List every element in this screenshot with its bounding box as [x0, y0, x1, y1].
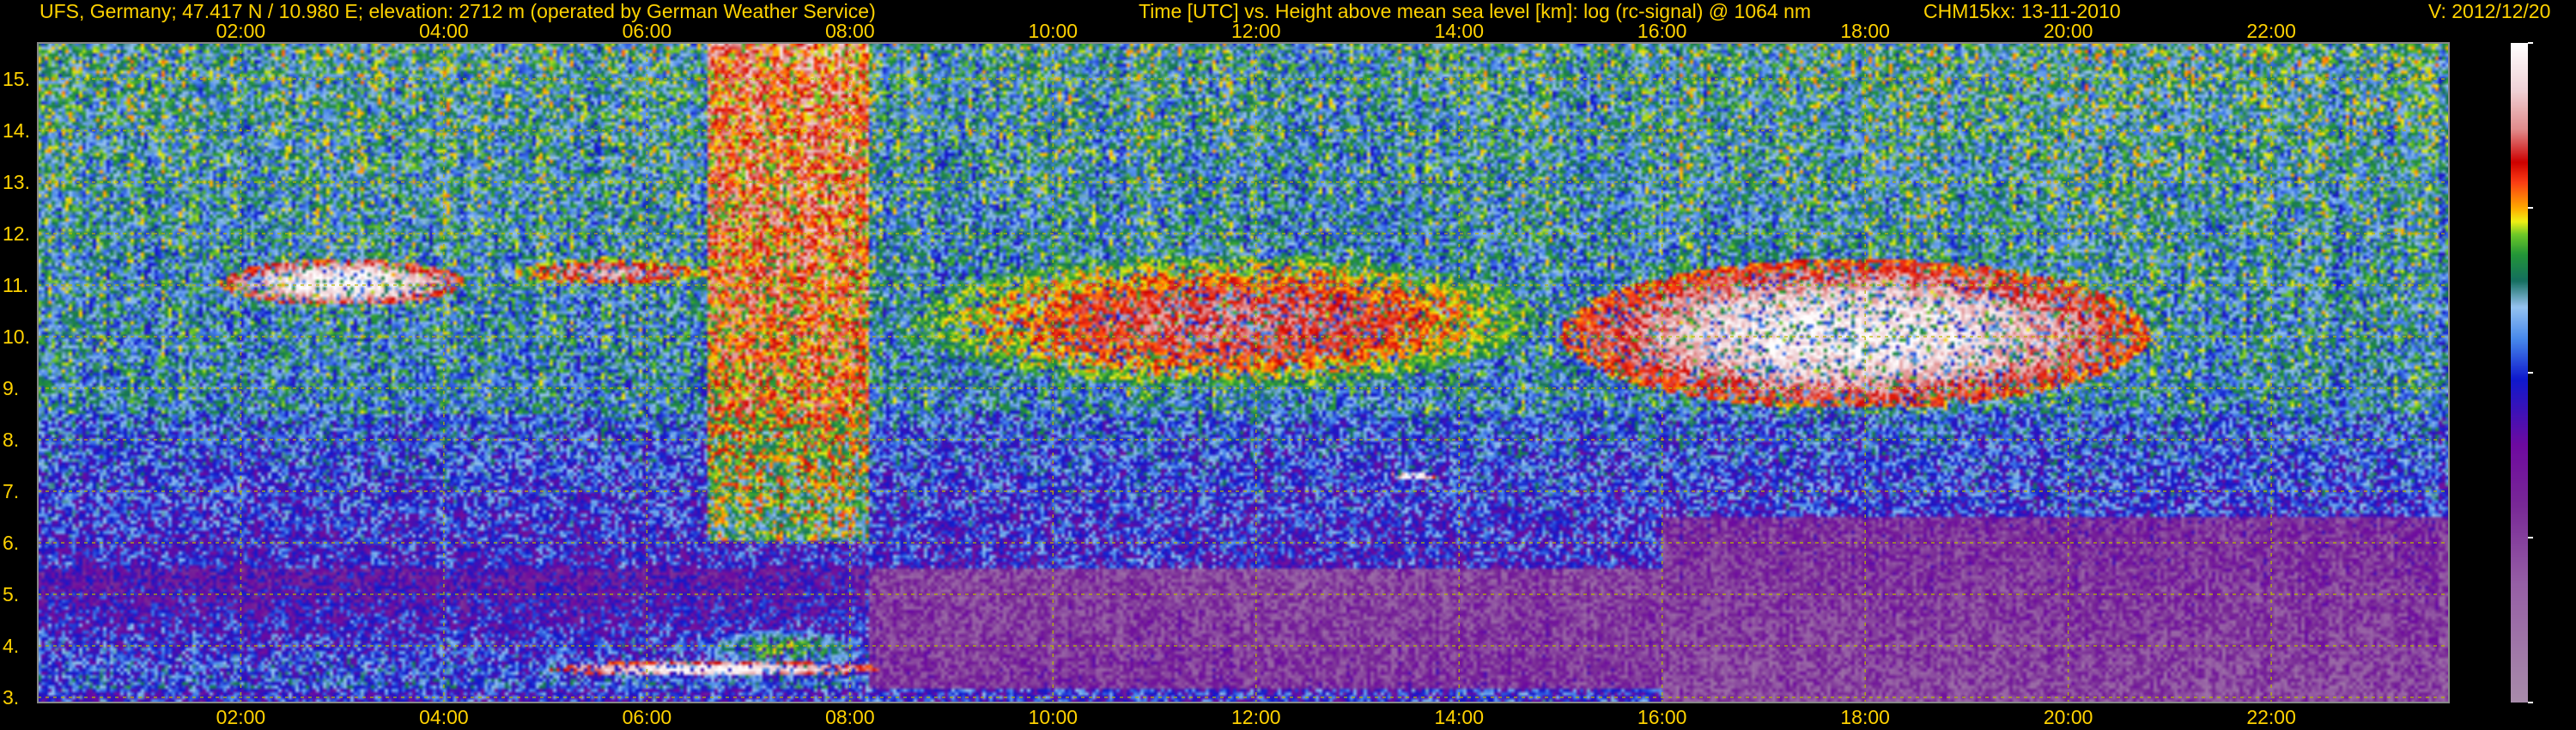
- x-tick-label-bottom: 22:00: [2246, 706, 2296, 728]
- colorbar-tick-label: -0.50: [2533, 33, 2576, 54]
- y-tick-label: 4.: [3, 635, 19, 657]
- colorbar-tick-label: -1.75: [2533, 198, 2576, 219]
- x-tick-label-bottom: 18:00: [1840, 706, 1890, 728]
- y-tick-label: 15.: [3, 68, 30, 90]
- colorbar-tick-label: -3.00: [2533, 362, 2576, 384]
- x-tick-label-bottom: 08:00: [825, 706, 875, 728]
- colorbar-ticks: -0.50 -1.75 -3.00 -4.25 -5.50: [2528, 33, 2576, 714]
- x-tick-label-top: 08:00: [825, 20, 875, 42]
- y-tick-label: 12.: [3, 222, 30, 245]
- y-tick-label: 13.: [3, 171, 30, 193]
- x-axis-bottom: 02:00 04:00 06:00 08:00 10:00 12:00 14:00 16:00…: [216, 706, 2296, 728]
- x-tick-label-top: 22:00: [2246, 20, 2296, 42]
- x-tick-label-bottom: 06:00: [623, 706, 672, 728]
- x-tick-label-bottom: 16:00: [1637, 706, 1687, 728]
- x-tick-label-top: 20:00: [2044, 20, 2093, 42]
- x-tick-label-top: 06:00: [623, 20, 672, 42]
- y-axis: 3. 4. 5. 6. 7. 8. 9. 10. 11. 12. 13. 14. 15.: [3, 68, 30, 709]
- x-tick-label-bottom: 14:00: [1434, 706, 1484, 728]
- x-tick-label-top: 18:00: [1840, 20, 1890, 42]
- x-tick-label-bottom: 20:00: [2044, 706, 2093, 728]
- colorbar: [2511, 43, 2528, 703]
- ceilometer-chart: 02:00 04:00 06:00 08:00 10:00 12:00 14:00 16:00…: [3, 20, 2576, 728]
- y-tick-label: 5.: [3, 583, 19, 605]
- backscatter-heatmap: [38, 43, 2449, 703]
- y-tick-label: 9.: [3, 377, 19, 399]
- x-axis-top: 02:00 04:00 06:00 08:00 10:00 12:00 14:00 16:00…: [216, 20, 2296, 42]
- colorbar-tick-label: -5.50: [2533, 692, 2576, 714]
- x-tick-label-bottom: 04:00: [419, 706, 469, 728]
- y-tick-label: 10.: [3, 325, 30, 348]
- x-tick-label-top: 04:00: [419, 20, 469, 42]
- y-tick-label: 6.: [3, 532, 19, 554]
- x-tick-label-top: 10:00: [1029, 20, 1078, 42]
- y-tick-label: 11.: [3, 274, 28, 296]
- y-tick-label: 8.: [3, 429, 19, 451]
- x-tick-label-bottom: 12:00: [1231, 706, 1281, 728]
- x-tick-label-bottom: 10:00: [1029, 706, 1078, 728]
- y-tick-label: 3.: [3, 686, 19, 709]
- x-tick-label-top: 14:00: [1434, 20, 1484, 42]
- x-tick-label-top: 12:00: [1231, 20, 1281, 42]
- x-tick-label-bottom: 02:00: [216, 706, 266, 728]
- colorbar-tick-label: -4.25: [2533, 527, 2576, 549]
- y-tick-label: 7.: [3, 480, 19, 502]
- x-tick-label-top: 16:00: [1637, 20, 1687, 42]
- x-tick-label-top: 02:00: [216, 20, 266, 42]
- y-tick-label: 14.: [3, 119, 30, 142]
